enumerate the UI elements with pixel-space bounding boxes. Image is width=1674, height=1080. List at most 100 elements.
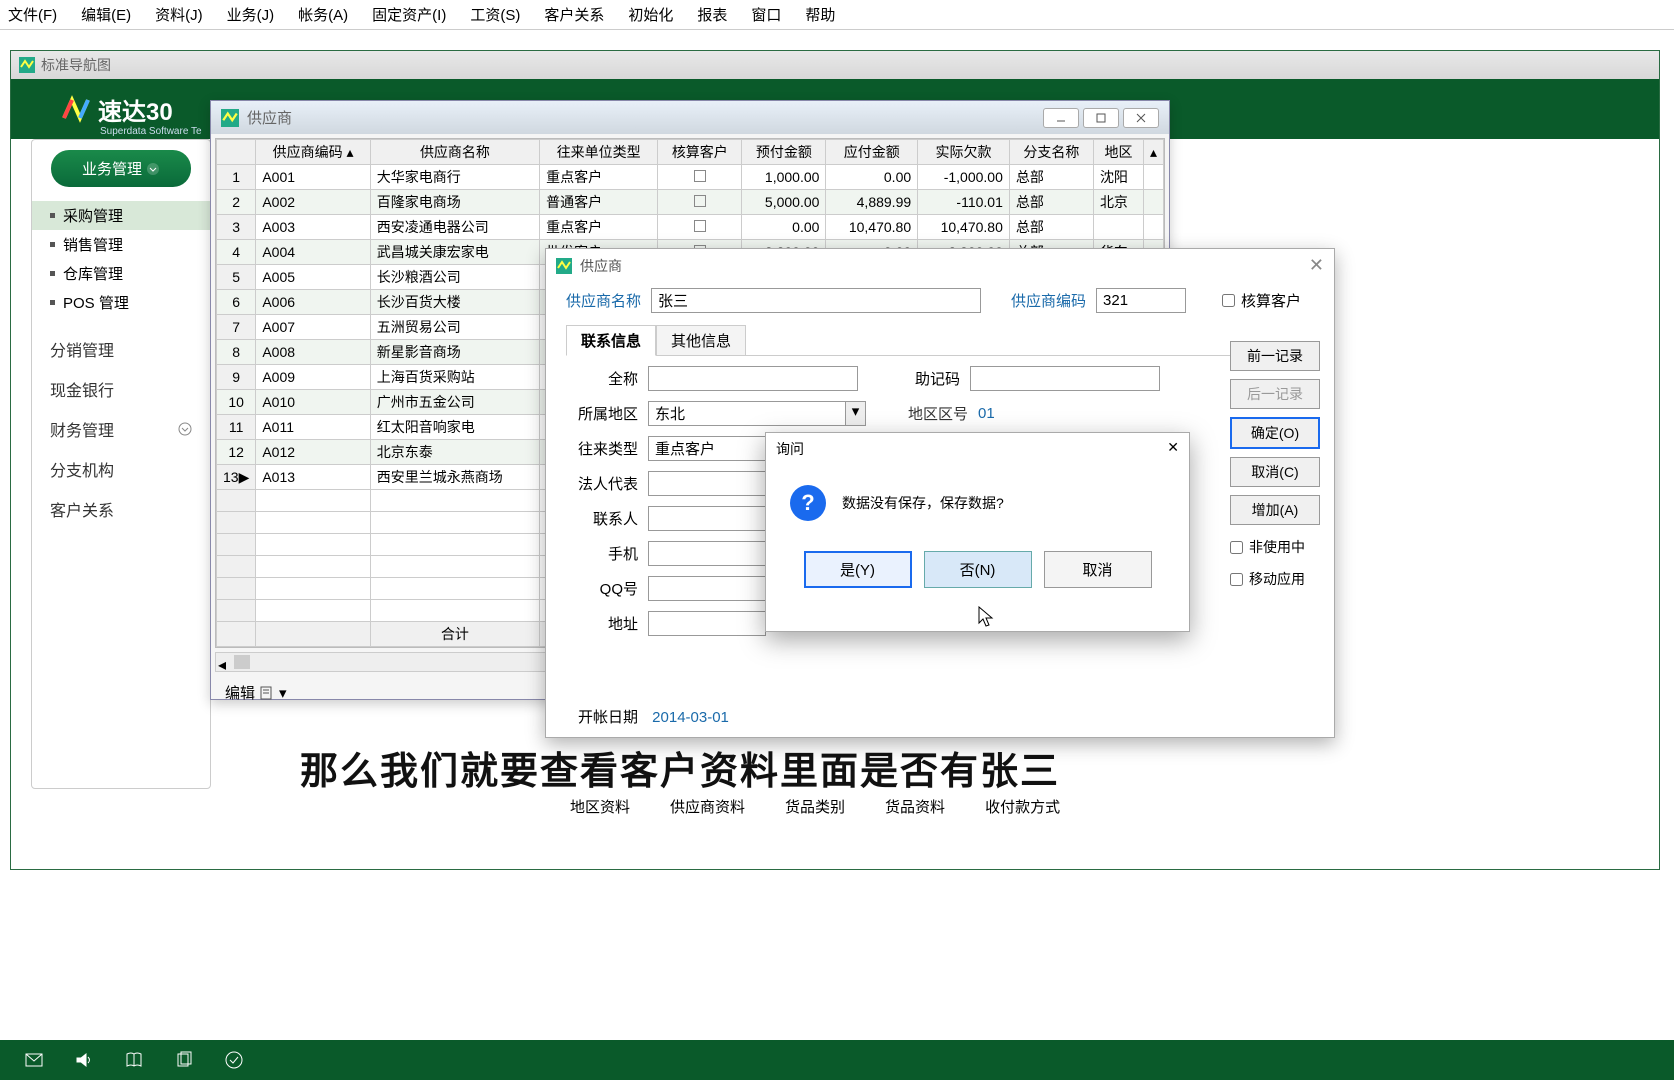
- input-mobile[interactable]: [648, 541, 766, 566]
- menu-help[interactable]: 帮助: [805, 4, 835, 25]
- cell-prepay[interactable]: 1,000.00: [742, 165, 826, 190]
- input-type[interactable]: [648, 436, 766, 461]
- cell-name[interactable]: 长沙粮酒公司: [370, 265, 539, 290]
- menu-data[interactable]: 资料(J): [155, 4, 203, 25]
- col-branch[interactable]: 分支名称: [1009, 140, 1093, 165]
- sidebar-section-branch[interactable]: 分支机构: [32, 449, 210, 489]
- cell-code[interactable]: A003: [256, 215, 370, 240]
- menu-window[interactable]: 窗口: [751, 4, 781, 25]
- prev-record-button[interactable]: 前一记录: [1230, 341, 1320, 371]
- dropdown-icon[interactable]: ▾: [279, 684, 287, 702]
- cell-name[interactable]: 大华家电商行: [370, 165, 539, 190]
- supplier-titlebar[interactable]: 供应商: [211, 101, 1169, 134]
- cell-code[interactable]: A005: [256, 265, 370, 290]
- col-calc[interactable]: 核算客户: [658, 140, 742, 165]
- main-menubar[interactable]: 文件(F) 编辑(E) 资料(J) 业务(J) 帐务(A) 固定资产(I) 工资…: [0, 0, 1674, 30]
- sidebar-item-warehouse[interactable]: 仓库管理: [32, 259, 210, 288]
- cell-debt[interactable]: 10,470.80: [918, 215, 1010, 240]
- checkbox-icon[interactable]: [694, 170, 706, 182]
- sidebar-item-pos[interactable]: POS 管理: [32, 288, 210, 317]
- cell-code[interactable]: A002: [256, 190, 370, 215]
- menu-crm[interactable]: 客户关系: [544, 4, 604, 25]
- menu-file[interactable]: 文件(F): [8, 4, 57, 25]
- cell-prepay[interactable]: 5,000.00: [742, 190, 826, 215]
- close-button[interactable]: ✕: [1309, 255, 1324, 276]
- cell-name[interactable]: 长沙百货大楼: [370, 290, 539, 315]
- cell-code[interactable]: A007: [256, 315, 370, 340]
- tab-contact[interactable]: 联系信息: [566, 325, 656, 356]
- sidebar-section-distribution[interactable]: 分销管理: [32, 329, 210, 369]
- input-legal[interactable]: [648, 471, 766, 496]
- table-row[interactable]: 3A003西安凌通电器公司重点客户0.0010,470.8010,470.80总…: [217, 215, 1164, 240]
- scroll-left-icon[interactable]: ◂: [218, 655, 226, 675]
- cell-pay[interactable]: 10,470.80: [826, 215, 918, 240]
- cell-area[interactable]: 沈阳: [1093, 165, 1143, 190]
- mail-icon[interactable]: [24, 1050, 44, 1070]
- cell-branch[interactable]: 总部: [1009, 165, 1093, 190]
- cell-code[interactable]: A009: [256, 365, 370, 390]
- cell-prepay[interactable]: 0.00: [742, 215, 826, 240]
- menu-init[interactable]: 初始化: [628, 4, 673, 25]
- col-pay[interactable]: 应付金额: [826, 140, 918, 165]
- cell-type[interactable]: 重点客户: [540, 165, 658, 190]
- cell-area[interactable]: [1093, 215, 1143, 240]
- cell-debt[interactable]: -1,000.00: [918, 165, 1010, 190]
- ok-button[interactable]: 确定(O): [1230, 417, 1320, 449]
- link-goods-data[interactable]: 货品资料: [885, 796, 945, 817]
- cell-chk[interactable]: [658, 165, 742, 190]
- cell-code[interactable]: A012: [256, 440, 370, 465]
- cell-name[interactable]: 五洲贸易公司: [370, 315, 539, 340]
- input-addr[interactable]: [648, 611, 766, 636]
- col-area[interactable]: 地区: [1093, 140, 1143, 165]
- menu-fixedasset[interactable]: 固定资产(I): [372, 4, 446, 25]
- cell-name[interactable]: 北京东泰: [370, 440, 539, 465]
- sidebar-section-crm[interactable]: 客户关系: [32, 489, 210, 529]
- confirm-titlebar[interactable]: 询问 ✕: [766, 433, 1189, 465]
- close-button[interactable]: [1123, 108, 1159, 128]
- minimize-button[interactable]: [1043, 108, 1079, 128]
- sidebar-main-button[interactable]: 业务管理: [51, 150, 191, 187]
- yes-button[interactable]: 是(Y): [804, 551, 912, 588]
- sidebar-section-finance[interactable]: 财务管理: [32, 409, 210, 449]
- checkbox-icon[interactable]: [694, 220, 706, 232]
- input-supplier-code[interactable]: [1096, 288, 1186, 313]
- cell-code[interactable]: A013: [256, 465, 370, 490]
- cell-name[interactable]: 西安里兰城永燕商场: [370, 465, 539, 490]
- detail-titlebar[interactable]: 供应商 ✕: [546, 249, 1334, 282]
- add-button[interactable]: 增加(A): [1230, 495, 1320, 525]
- table-row[interactable]: 2A002百隆家电商场普通客户5,000.004,889.99-110.01总部…: [217, 190, 1164, 215]
- col-scroll[interactable]: ▴: [1143, 140, 1163, 165]
- cell-chk[interactable]: [658, 190, 742, 215]
- cell-name[interactable]: 西安凌通电器公司: [370, 215, 539, 240]
- cell-pay[interactable]: 0.00: [826, 165, 918, 190]
- input-fullname[interactable]: [648, 366, 858, 391]
- col-prepay[interactable]: 预付金额: [742, 140, 826, 165]
- input-region[interactable]: [649, 402, 845, 425]
- maximize-button[interactable]: [1083, 108, 1119, 128]
- checkbox-disabled[interactable]: [1230, 541, 1243, 554]
- cell-code[interactable]: A008: [256, 340, 370, 365]
- sidebar-section-cash[interactable]: 现金银行: [32, 369, 210, 409]
- menu-account[interactable]: 帐务(A): [298, 4, 348, 25]
- cell-chk[interactable]: [658, 215, 742, 240]
- cancel-button[interactable]: 取消(C): [1230, 457, 1320, 487]
- link-payment-method[interactable]: 收付款方式: [985, 796, 1060, 817]
- cell-name[interactable]: 广州市五金公司: [370, 390, 539, 415]
- check-circle-icon[interactable]: [224, 1050, 244, 1070]
- cell-code[interactable]: A010: [256, 390, 370, 415]
- col-name[interactable]: 供应商名称: [370, 140, 539, 165]
- cell-type[interactable]: 普通客户: [540, 190, 658, 215]
- cell-code[interactable]: A001: [256, 165, 370, 190]
- table-row[interactable]: 1A001大华家电商行重点客户1,000.000.00-1,000.00总部沈阳: [217, 165, 1164, 190]
- cancel-button[interactable]: 取消: [1044, 551, 1152, 588]
- tab-other[interactable]: 其他信息: [656, 325, 746, 355]
- col-type[interactable]: 往来单位类型: [540, 140, 658, 165]
- cell-branch[interactable]: 总部: [1009, 215, 1093, 240]
- link-supplier-data[interactable]: 供应商资料: [670, 796, 745, 817]
- menu-report[interactable]: 报表: [697, 4, 727, 25]
- cell-name[interactable]: 新星影音商场: [370, 340, 539, 365]
- input-qq[interactable]: [648, 576, 766, 601]
- menu-salary[interactable]: 工资(S): [470, 4, 520, 25]
- link-area-data[interactable]: 地区资料: [570, 796, 630, 817]
- cell-name[interactable]: 红太阳音响家电: [370, 415, 539, 440]
